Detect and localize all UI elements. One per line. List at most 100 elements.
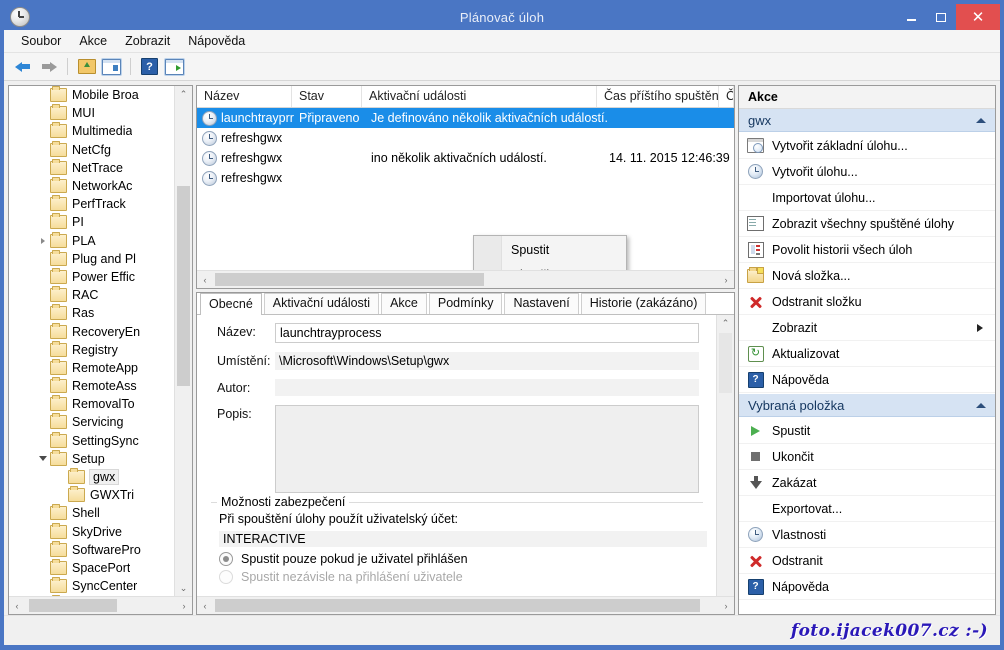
tree-item-netcfg[interactable]: NetCfg [9,141,175,159]
tree-hscroll-right-button[interactable]: › [176,597,192,614]
action-item-importovat-lohu[interactable]: Importovat úlohu... [739,185,995,211]
task-hscroll-thumb[interactable] [215,273,484,286]
menu-item-soubor[interactable]: Soubor [12,32,70,50]
chevron-down-icon[interactable] [36,456,50,461]
menu-item-zobrazit[interactable]: Zobrazit [116,32,179,50]
tree-item-networkac[interactable]: NetworkAc [9,177,175,195]
tree-horizontal-scrollbar[interactable]: ‹ › [9,596,192,614]
up-one-level-button[interactable] [76,57,97,76]
close-button[interactable]: ✕ [956,4,1000,30]
detail-scroll-thumb[interactable] [719,333,732,393]
detail-hscroll-left-button[interactable]: ‹ [197,597,213,614]
tree-item-gwx[interactable]: gwx [9,468,175,486]
context-menu-item-ukoncit[interactable]: Ukončit [474,262,626,270]
tab-historie-zak-z-no[interactable]: Historie (zakázáno) [581,293,707,314]
tree-item-pla[interactable]: PLA [9,232,175,250]
tab-aktiva-n-ud-losti[interactable]: Aktivační události [264,293,379,314]
field-value-nazev[interactable]: launchtrayprocess [275,323,699,343]
action-item-n-pov-da[interactable]: ?Nápověda [739,574,995,600]
action-item-odstranit[interactable]: Odstranit [739,548,995,574]
chevron-right-icon[interactable] [36,238,50,244]
action-item-odstranit-slo-ku[interactable]: Odstranit složku [739,289,995,315]
actions-group-header-gwx[interactable]: gwx [739,109,995,132]
task-row[interactable]: refreshgwxN [197,168,734,188]
menu-item-akce[interactable]: Akce [70,32,116,50]
tree-item-perftrack[interactable]: PerfTrack [9,195,175,213]
task-row[interactable]: refreshgwxino několik aktivačních událos… [197,148,734,168]
task-hscroll-right-button[interactable]: › [718,271,734,288]
tree-item-servicing[interactable]: Servicing [9,413,175,431]
tree-item-ras[interactable]: Ras [9,304,175,322]
tree-item-remoteass[interactable]: RemoteAss [9,377,175,395]
actions-group-header-vybran-polo-ka[interactable]: Vybraná položka [739,394,995,417]
tree-scroll-down-button[interactable]: ⌄ [175,580,192,596]
column-header-cas-posledniho-spusteni[interactable]: Č [719,86,734,107]
tree-item-softwarepro[interactable]: SoftwarePro [9,541,175,559]
detail-hscroll-thumb[interactable] [215,599,700,612]
forward-button[interactable] [38,57,59,76]
column-header-stav[interactable]: Stav [292,86,362,107]
detail-vertical-scrollbar[interactable]: ⌃ ⌄ [716,315,734,614]
column-header-aktivacni-udalosti[interactable]: Aktivační události [362,86,597,107]
detail-hscroll-right-button[interactable]: › [718,597,734,614]
maximize-button[interactable] [926,4,956,30]
tree-item-setup[interactable]: Setup [9,450,175,468]
tree-item-shell[interactable]: Shell [9,504,175,522]
tree-hscroll-thumb[interactable] [29,599,117,612]
tree-item-pi[interactable]: PI [9,213,175,231]
tree-item-gwxtri[interactable]: GWXTri [9,486,175,504]
tree-vertical-scrollbar[interactable]: ⌃ ⌄ [174,86,192,596]
task-list-horizontal-scrollbar[interactable]: ‹ › [197,270,734,288]
tab-obecn[interactable]: Obecné [200,293,262,315]
chevron-up-icon[interactable] [976,118,986,123]
radio-logged-on[interactable]: Spustit pouze pokud je uživatel přihláše… [219,552,703,566]
task-hscroll-left-button[interactable]: ‹ [197,271,213,288]
toggle-console-tree-button[interactable] [101,57,122,76]
action-item-exportovat[interactable]: Exportovat... [739,496,995,522]
radio-any-user[interactable]: Spustit nezávisle na přihlášení uživatel… [219,570,703,584]
tree-scroll-up-button[interactable]: ⌃ [175,86,192,102]
action-item-zobrazit-v-echny-spu-t-n-lohy[interactable]: Zobrazit všechny spuštěné úlohy [739,211,995,237]
action-item-vytvo-it-lohu[interactable]: Vytvořit úlohu... [739,159,995,185]
tree-item-rac[interactable]: RAC [9,286,175,304]
tab-akce[interactable]: Akce [381,293,427,314]
help-button[interactable]: ? [139,57,160,76]
action-item-vlastnosti[interactable]: Vlastnosti [739,522,995,548]
back-button[interactable] [13,57,34,76]
action-item-ukon-it[interactable]: Ukončit [739,444,995,470]
tab-nastaven[interactable]: Nastavení [504,293,578,314]
action-item-n-pov-da[interactable]: ?Nápověda [739,367,995,393]
tree-item-recoveryen[interactable]: RecoveryEn [9,322,175,340]
action-item-vytvo-it-z-kladn-lohu[interactable]: Vytvořit základní úlohu... [739,133,995,159]
tree-item-settingsync[interactable]: SettingSync [9,432,175,450]
task-row[interactable]: refreshgwxN [197,128,734,148]
action-item-aktualizovat[interactable]: ↻Aktualizovat [739,341,995,367]
tree-item-plug-and-pl[interactable]: Plug and Pl [9,250,175,268]
action-item-povolit-historii-v-ech-loh[interactable]: Povolit historii všech úloh [739,237,995,263]
tree-item-power-effic[interactable]: Power Effic [9,268,175,286]
tree-item-registry[interactable]: Registry [9,341,175,359]
tree-item-multimedia[interactable]: Multimedia [9,122,175,140]
context-menu-item-spustit[interactable]: Spustit [474,237,626,262]
action-item-zak-zat[interactable]: Zakázat [739,470,995,496]
column-header-nazev[interactable]: Název [197,86,292,107]
tab-podm-nky[interactable]: Podmínky [429,293,503,314]
minimize-button[interactable] [896,4,926,30]
detail-scroll-up-button[interactable]: ⌃ [717,315,734,331]
tree-item-spaceport[interactable]: SpacePort [9,559,175,577]
tree-item-remoteapp[interactable]: RemoteApp [9,359,175,377]
tree-hscroll-left-button[interactable]: ‹ [9,597,25,614]
tree-item-removalto[interactable]: RemovalTo [9,395,175,413]
menu-item-napoveda[interactable]: Nápověda [179,32,254,50]
tree-item-synccenter[interactable]: SyncCenter [9,577,175,595]
toggle-action-pane-button[interactable] [164,57,185,76]
action-item-nov-slo-ka[interactable]: Nová složka... [739,263,995,289]
action-item-zobrazit[interactable]: Zobrazit [739,315,995,341]
tree-item-skydrive[interactable]: SkyDrive [9,523,175,541]
action-item-spustit[interactable]: Spustit [739,418,995,444]
tree-item-mui[interactable]: MUI [9,104,175,122]
tree-item-mobile-broa[interactable]: Mobile Broa [9,86,175,104]
chevron-up-icon[interactable] [976,403,986,408]
task-row[interactable]: launchtrayprrPřipravenoJe definováno něk… [197,108,734,128]
detail-horizontal-scrollbar[interactable]: ‹ › [197,596,734,614]
